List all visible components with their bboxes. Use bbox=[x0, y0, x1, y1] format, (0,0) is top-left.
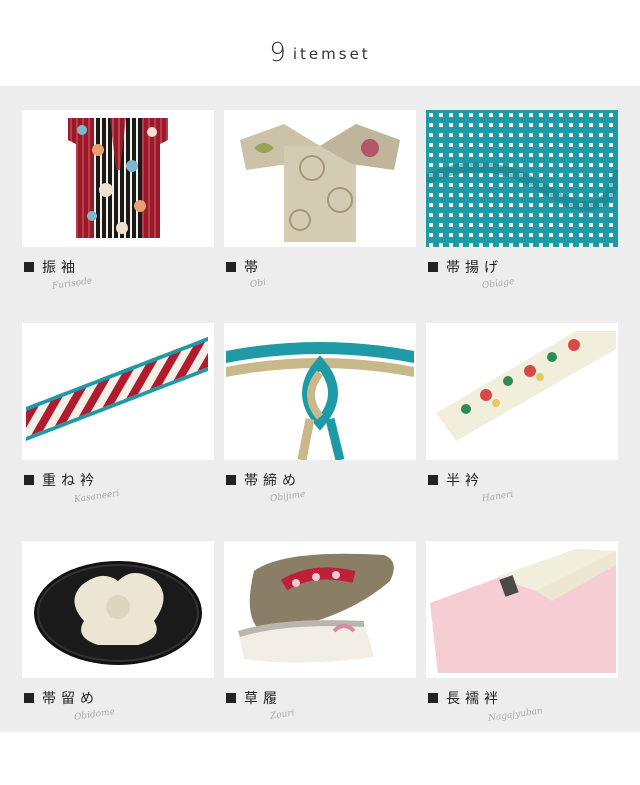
furisode-caption: 振袖 Furisode bbox=[22, 257, 214, 303]
square-bullet-icon bbox=[428, 693, 438, 703]
item-label: 半衿 bbox=[446, 473, 484, 489]
title-word: itemset bbox=[292, 45, 371, 63]
section-header: 9 itemset bbox=[0, 0, 640, 86]
item-grid: 振袖 Furisode 帯 Obi 帯揚げ Obiage 重ね衿 Kasanee… bbox=[0, 86, 640, 732]
square-bullet-icon bbox=[428, 475, 438, 485]
zouri-caption: 草履 Zouri bbox=[224, 688, 416, 734]
item-card-obi[interactable]: 帯 Obi bbox=[224, 110, 416, 303]
item-label: 帯 bbox=[244, 260, 263, 276]
square-bullet-icon bbox=[226, 475, 236, 485]
square-bullet-icon bbox=[226, 262, 236, 272]
item-romaji: Obijime bbox=[269, 489, 307, 505]
item-label: 長襦袢 bbox=[446, 691, 503, 707]
obiage-image bbox=[426, 110, 618, 247]
item-romaji: Zouri bbox=[269, 708, 296, 722]
section-title: 9 itemset bbox=[0, 38, 640, 68]
item-romaji: Kasaneeri bbox=[73, 488, 121, 506]
obijime-image bbox=[224, 323, 416, 460]
item-label: 振袖 bbox=[42, 260, 80, 276]
nagajyuban-caption: 長襦袢 Nagajyuban bbox=[426, 688, 618, 734]
item-romaji: Haneri bbox=[481, 489, 515, 505]
item-label: 帯締め bbox=[244, 473, 301, 489]
obiage-caption: 帯揚げ Obiage bbox=[426, 257, 618, 303]
square-bullet-icon bbox=[428, 262, 438, 272]
obidome-image bbox=[22, 541, 214, 678]
item-card-obiage[interactable]: 帯揚げ Obiage bbox=[426, 110, 618, 303]
obi-caption: 帯 Obi bbox=[224, 257, 416, 303]
item-label: 帯留め bbox=[42, 691, 99, 707]
obijime-caption: 帯締め Obijime bbox=[224, 470, 416, 516]
kasaneeri-caption: 重ね衿 Kasaneeri bbox=[22, 470, 214, 516]
square-bullet-icon bbox=[24, 262, 34, 272]
item-card-zouri[interactable]: 草履 Zouri bbox=[224, 541, 416, 734]
item-label: 帯揚げ bbox=[446, 260, 503, 276]
item-card-nagajyuban[interactable]: 長襦袢 Nagajyuban bbox=[426, 541, 618, 734]
haneri-caption: 半衿 Haneri bbox=[426, 470, 618, 516]
item-card-obidome[interactable]: 帯留め Obidome bbox=[22, 541, 214, 734]
item-romaji: Nagajyuban bbox=[487, 706, 544, 724]
item-label: 草履 bbox=[244, 691, 282, 707]
footer-space bbox=[0, 732, 640, 785]
square-bullet-icon bbox=[24, 475, 34, 485]
kasaneeri-image bbox=[22, 323, 214, 460]
square-bullet-icon bbox=[226, 693, 236, 703]
obi-image bbox=[224, 110, 416, 247]
item-card-kasaneeri[interactable]: 重ね衿 Kasaneeri bbox=[22, 323, 214, 516]
item-romaji: Obidome bbox=[73, 707, 116, 723]
obidome-caption: 帯留め Obidome bbox=[22, 688, 214, 734]
item-card-furisode[interactable]: 振袖 Furisode bbox=[22, 110, 214, 303]
item-romaji: Furisode bbox=[51, 276, 93, 292]
furisode-image bbox=[22, 110, 214, 247]
item-label: 重ね衿 bbox=[42, 473, 99, 489]
item-card-haneri[interactable]: 半衿 Haneri bbox=[426, 323, 618, 516]
square-bullet-icon bbox=[24, 693, 34, 703]
nagajyuban-image bbox=[426, 541, 618, 678]
haneri-image bbox=[426, 323, 618, 460]
item-count: 9 bbox=[269, 38, 289, 68]
item-romaji: Obiage bbox=[481, 276, 516, 292]
item-card-obijime[interactable]: 帯締め Obijime bbox=[224, 323, 416, 516]
zouri-image bbox=[224, 541, 416, 678]
item-romaji: Obi bbox=[249, 277, 267, 291]
